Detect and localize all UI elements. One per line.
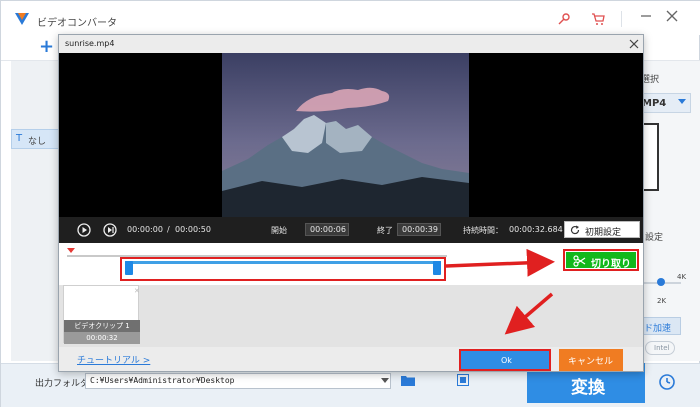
scissors-icon xyxy=(573,255,586,267)
current-time: 00:00:00 xyxy=(127,225,163,234)
window-close-icon[interactable] xyxy=(665,9,679,23)
convert-label: 変換 xyxy=(571,378,605,398)
start-label: 開始 xyxy=(271,226,287,235)
highlight-box xyxy=(120,257,446,281)
playback-controls: 00:00:00 / 00:00:50 開始 00:00:06 終了 00:00… xyxy=(59,217,643,243)
play-icon[interactable] xyxy=(77,223,91,237)
output-folder-path: C:¥Users¥Administrator¥Desktop xyxy=(90,376,235,385)
clip-item[interactable]: ✕ ビデオクリップ 1 00:00:32 xyxy=(63,285,140,344)
ok-button[interactable]: Ok xyxy=(459,349,551,371)
merge-icon[interactable] xyxy=(457,374,469,386)
clip-remove-icon[interactable]: ✕ xyxy=(134,287,140,295)
time-separator: / xyxy=(167,225,170,234)
duration-value: 00:00:32.684 xyxy=(509,225,563,234)
cart-icon[interactable] xyxy=(591,12,605,26)
minimize-icon[interactable] xyxy=(639,9,653,23)
subtitle-none-label: なし xyxy=(28,137,47,147)
folder-icon[interactable] xyxy=(401,374,415,386)
clip-duration: 00:00:32 xyxy=(64,332,140,344)
key-icon[interactable] xyxy=(557,12,571,26)
app-title: ビデオコンバータ xyxy=(37,18,117,29)
dialog-title: sunrise.mp4 xyxy=(65,39,115,48)
end-time-input[interactable]: 00:00:39 xyxy=(397,223,441,236)
resolution-4k-label: 4K xyxy=(677,273,687,281)
total-time: 00:00:50 xyxy=(175,225,211,234)
end-label: 終了 xyxy=(377,226,393,235)
subtitle-none-item[interactable]: T なし xyxy=(11,129,59,149)
video-preview xyxy=(59,53,643,217)
left-panel xyxy=(11,61,59,361)
trim-dialog: sunrise.mp4 00:00:00 / 00:00:50 開始 00:00… xyxy=(58,34,644,372)
add-file-button[interactable]: + xyxy=(39,36,54,57)
output-folder-field[interactable]: C:¥Users¥Administrator¥Desktop xyxy=(85,373,391,389)
intel-label: Intel xyxy=(654,344,670,352)
format-value: MP4 xyxy=(642,98,667,109)
dialog-title-bar: sunrise.mp4 xyxy=(59,35,643,53)
titlebar-divider xyxy=(621,11,622,27)
cut-button[interactable]: 切り取り xyxy=(563,249,639,271)
cancel-button[interactable]: キャンセル xyxy=(559,349,623,371)
ok-label: Ok xyxy=(501,356,512,365)
hardware-accel-label: ド加速 xyxy=(644,324,672,334)
resolution-2k-label: 2K xyxy=(657,297,667,305)
playhead-marker[interactable] xyxy=(67,248,75,253)
text-icon: T xyxy=(16,133,23,144)
duration-label: 持続時間： xyxy=(463,226,503,235)
cut-label: 切り取り xyxy=(591,259,631,270)
alarm-clock-icon[interactable] xyxy=(657,371,677,391)
video-frame-image xyxy=(222,53,469,217)
clip-name: ビデオクリップ 1 xyxy=(64,320,140,332)
reset-label: 初期設定 xyxy=(585,228,622,238)
trim-timeline xyxy=(59,243,643,285)
chevron-down-icon xyxy=(678,99,686,104)
app-logo-icon xyxy=(15,13,29,25)
reset-button[interactable]: 初期設定 xyxy=(564,221,640,238)
tutorial-link[interactable]: チュートリアル > xyxy=(77,353,150,366)
start-time-input[interactable]: 00:00:06 xyxy=(305,223,349,236)
intel-toggle[interactable]: Intel xyxy=(645,341,675,355)
chevron-down-icon[interactable] xyxy=(381,378,389,383)
refresh-icon xyxy=(570,225,580,235)
settings-label[interactable]: 設定 xyxy=(645,230,663,243)
title-bar: ビデオコンバータ xyxy=(1,1,700,35)
dialog-close-icon[interactable] xyxy=(629,39,639,49)
clips-list: ✕ ビデオクリップ 1 00:00:32 xyxy=(59,285,643,347)
next-frame-icon[interactable] xyxy=(103,223,117,237)
resolution-slider-handle[interactable] xyxy=(657,278,665,286)
cancel-label: キャンセル xyxy=(568,357,614,367)
